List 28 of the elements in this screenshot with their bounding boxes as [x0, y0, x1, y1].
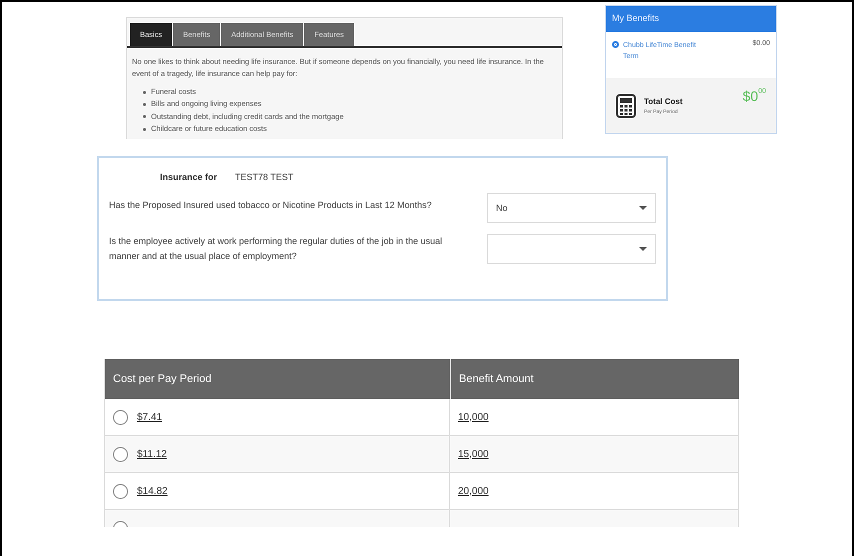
- benefit-link[interactable]: 20,000: [458, 486, 489, 496]
- bullet-icon: [143, 115, 146, 118]
- caret-icon: [639, 247, 647, 251]
- card-header: My Benefits: [606, 6, 776, 32]
- benefit-link[interactable]: 15,000: [458, 448, 489, 460]
- question-text: Has the Proposed Insured used tobacco or Nicotine Products in Last 12 Months?: [109, 199, 433, 212]
- radio-button[interactable]: [113, 446, 128, 462]
- benefit-link[interactable]: 10,000: [458, 412, 489, 422]
- insured-label: Insurance for: [160, 172, 218, 182]
- calculator-icon: [616, 94, 636, 118]
- caret-icon: [639, 206, 647, 210]
- radio-button[interactable]: [113, 484, 128, 498]
- bullet-icon: [143, 90, 146, 94]
- cost-link[interactable]: $14.82: [137, 486, 168, 496]
- dropdown-field[interactable]: No: [487, 193, 656, 223]
- insured-name: TEST78 TEST: [235, 172, 294, 182]
- radio-button[interactable]: [612, 41, 619, 48]
- cost-link[interactable]: $7.41: [137, 412, 162, 422]
- total-cost-label: Total Cost: [644, 96, 683, 106]
- bullet-icon: [143, 128, 146, 131]
- bullet-icon: [143, 102, 146, 106]
- cost-link[interactable]: $11.12: [137, 448, 167, 460]
- total-amount: $0: [742, 88, 758, 104]
- column-header: Benefit Amount: [450, 359, 739, 399]
- question-text: Is the employee actively at work performing the regular duties of the job in the usual manner and at the usual place of employment?: [109, 235, 444, 263]
- column-header: Cost per Pay Period: [104, 359, 450, 399]
- dropdown-field[interactable]: [487, 234, 656, 264]
- radio-button[interactable]: [113, 410, 128, 424]
